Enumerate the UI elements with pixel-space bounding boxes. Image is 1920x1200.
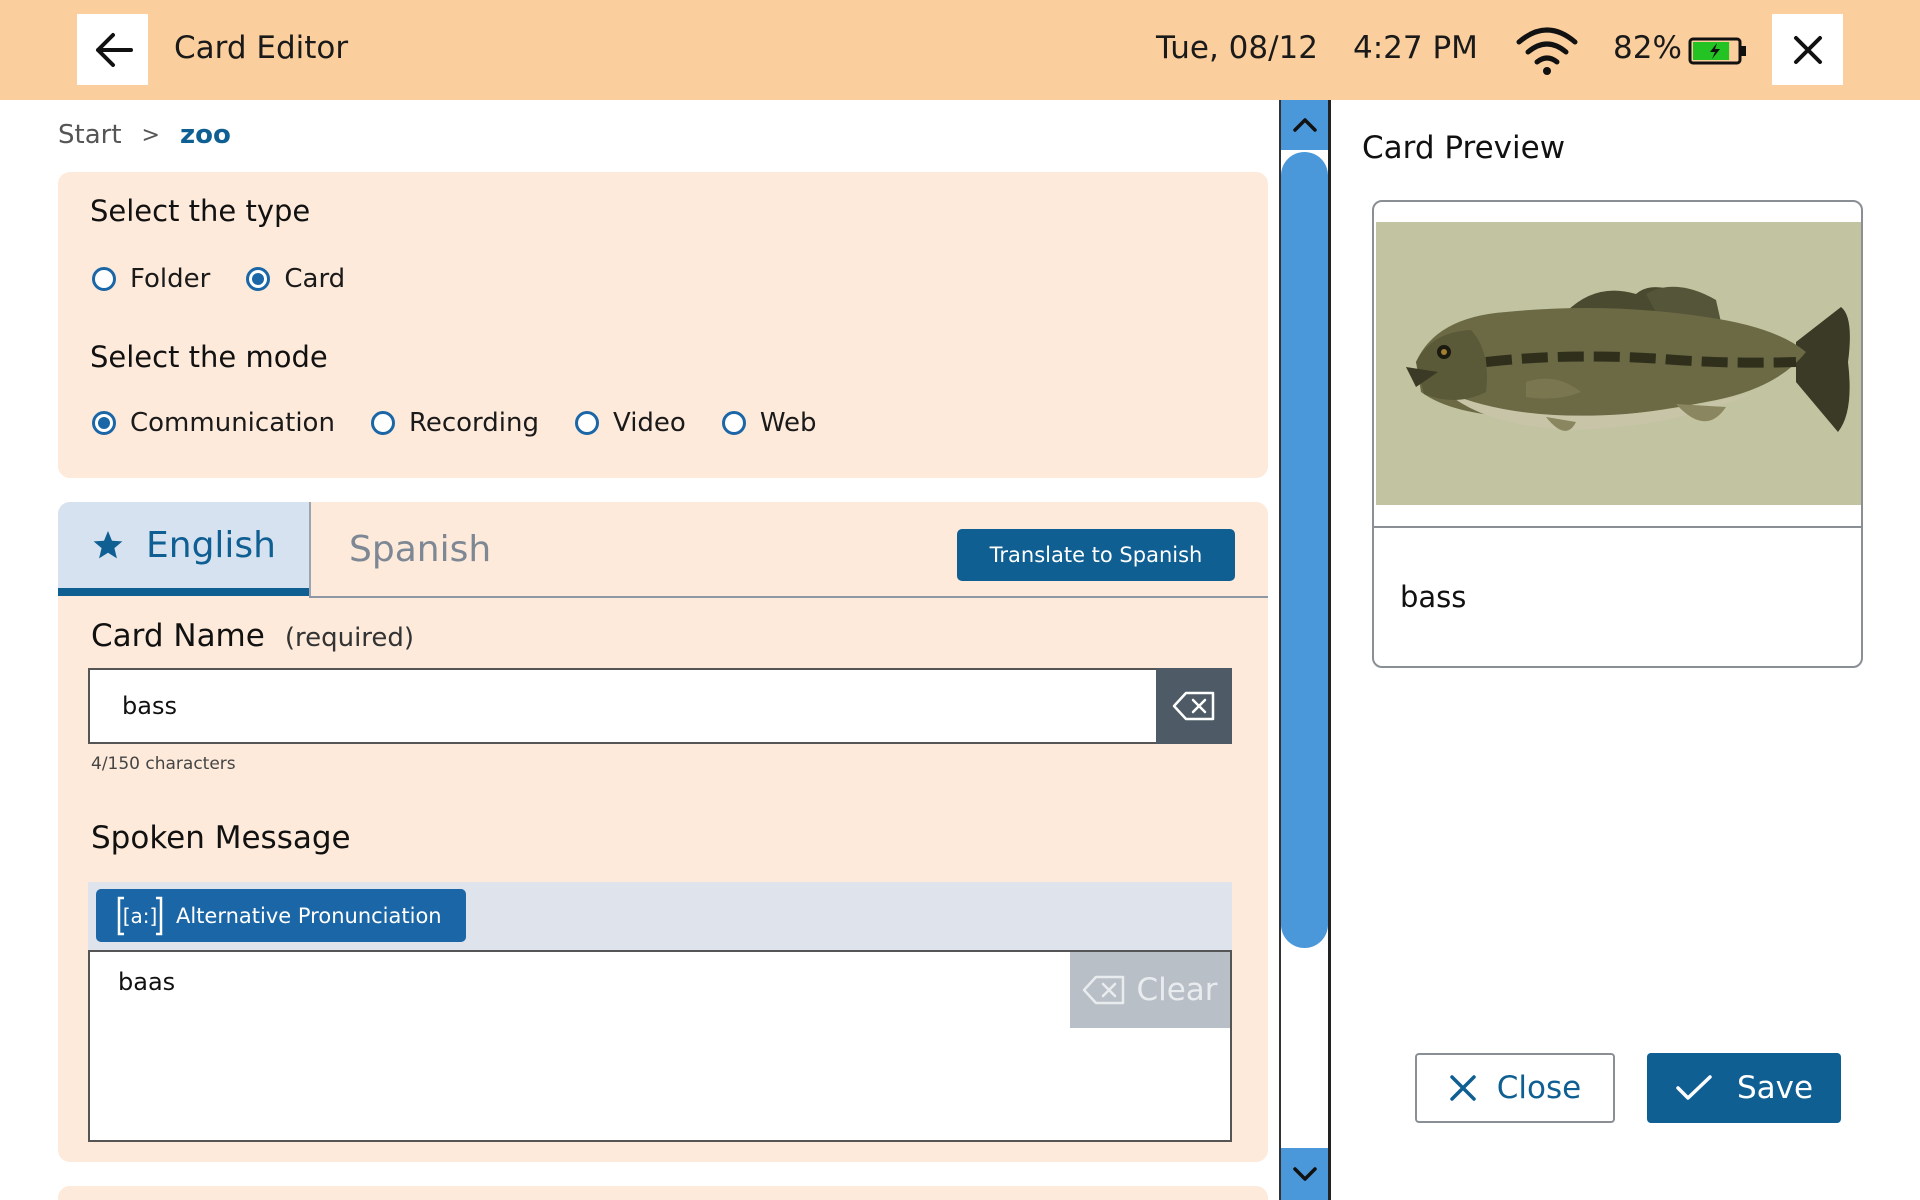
tab-spanish[interactable]: Spanish bbox=[309, 502, 509, 596]
breadcrumb-current: zoo bbox=[179, 120, 231, 150]
close-icon bbox=[1450, 1075, 1476, 1101]
radio-button[interactable] bbox=[92, 267, 116, 291]
mode-option-label: Communication bbox=[130, 408, 335, 438]
battery-percent: 82% bbox=[1613, 30, 1682, 66]
clear-label: Clear bbox=[1136, 972, 1218, 1008]
radio-button[interactable] bbox=[574, 411, 599, 435]
mode-option-label: Video bbox=[612, 408, 686, 438]
mode-option-video[interactable]: Video bbox=[574, 408, 686, 438]
mode-option-label: Recording bbox=[408, 408, 539, 438]
tab-english-label: English bbox=[146, 524, 276, 566]
star-icon bbox=[93, 531, 123, 559]
close-editor-button[interactable] bbox=[1772, 14, 1843, 85]
breadcrumb-separator: > bbox=[141, 122, 160, 148]
close-button[interactable]: Close bbox=[1415, 1053, 1615, 1123]
chevron-down-icon bbox=[1292, 1167, 1317, 1181]
radio-button[interactable] bbox=[246, 267, 271, 291]
arrow-left-icon bbox=[95, 32, 133, 67]
save-button[interactable]: Save bbox=[1647, 1053, 1841, 1123]
preview-label: bass bbox=[1400, 580, 1467, 614]
type-mode-panel: Select the type Folder Card Select the m… bbox=[58, 172, 1268, 478]
type-option-folder[interactable]: Folder bbox=[92, 264, 210, 294]
wifi-icon bbox=[1516, 27, 1578, 75]
mode-option-label: Web bbox=[759, 408, 817, 438]
back-button[interactable] bbox=[77, 14, 148, 85]
translate-button[interactable]: Translate to Spanish bbox=[957, 529, 1235, 581]
fish-image bbox=[1376, 222, 1861, 505]
tab-divider bbox=[309, 596, 1268, 598]
alt-pronunciation-button[interactable]: [a:] Alternative Pronunciation bbox=[96, 889, 466, 942]
battery-charging-icon bbox=[1688, 37, 1746, 65]
backspace-icon bbox=[1172, 691, 1215, 721]
mode-heading: Select the mode bbox=[90, 340, 328, 374]
alt-pronunciation-label: Alternative Pronunciation bbox=[176, 903, 442, 928]
char-count: 4/150 characters bbox=[91, 754, 236, 774]
radio-button[interactable] bbox=[92, 411, 116, 435]
backspace-icon bbox=[1083, 975, 1125, 1005]
date-display: Tue, 08/12 bbox=[1156, 30, 1318, 66]
top-bar: Card Editor Tue, 08/12 4:27 PM 82% bbox=[0, 0, 1920, 100]
spoken-message-value[interactable]: baas bbox=[118, 968, 175, 996]
mode-option-communication[interactable]: Communication bbox=[92, 408, 335, 438]
preview-card: bass bbox=[1372, 200, 1863, 668]
radio-button[interactable] bbox=[370, 411, 395, 435]
card-name-title: Card Name bbox=[91, 618, 265, 654]
tab-english[interactable]: English bbox=[58, 502, 309, 596]
time-display: 4:27 PM bbox=[1353, 30, 1478, 66]
mode-option-web[interactable]: Web bbox=[721, 408, 817, 438]
tab-spanish-label: Spanish bbox=[349, 528, 492, 570]
pronunciation-icon-text: [a:] bbox=[123, 904, 158, 928]
spoken-message-input[interactable]: baas Clear bbox=[88, 950, 1232, 1142]
card-details-panel: English Spanish Translate to Spanish Car… bbox=[58, 502, 1268, 1162]
app-title: Card Editor bbox=[174, 30, 349, 66]
radio-button[interactable] bbox=[721, 411, 746, 435]
pronunciation-icon: [a:] bbox=[117, 896, 163, 935]
clear-name-button[interactable] bbox=[1156, 668, 1232, 744]
scroll-down-button[interactable] bbox=[1281, 1148, 1328, 1200]
close-label: Close bbox=[1496, 1070, 1582, 1106]
check-icon bbox=[1676, 1075, 1712, 1100]
preview-divider bbox=[1374, 526, 1861, 528]
type-radio-group: Folder Card bbox=[92, 264, 381, 294]
preview-image bbox=[1376, 222, 1861, 505]
card-name-heading: Card Name (required) bbox=[91, 618, 414, 654]
breadcrumb: Start > zoo bbox=[58, 120, 231, 150]
type-option-card[interactable]: Card bbox=[246, 264, 345, 294]
type-option-label: Card bbox=[284, 264, 346, 294]
mode-option-recording[interactable]: Recording bbox=[370, 408, 539, 438]
required-label: (required) bbox=[284, 623, 415, 653]
breadcrumb-start[interactable]: Start bbox=[58, 120, 122, 150]
close-icon bbox=[1793, 35, 1822, 64]
card-name-value[interactable]: bass bbox=[122, 692, 1156, 720]
scroll-up-button[interactable] bbox=[1281, 100, 1328, 150]
clear-spoken-button[interactable]: Clear bbox=[1070, 952, 1230, 1028]
type-option-label: Folder bbox=[130, 264, 211, 294]
card-name-input[interactable]: bass bbox=[88, 668, 1232, 744]
mode-radio-group: Communication Recording Video Web bbox=[92, 408, 853, 438]
next-panel bbox=[58, 1186, 1268, 1200]
spoken-toolbar: [a:] Alternative Pronunciation bbox=[88, 882, 1232, 950]
type-heading: Select the type bbox=[90, 194, 311, 228]
spoken-message-heading: Spoken Message bbox=[91, 820, 351, 856]
preview-heading: Card Preview bbox=[1362, 130, 1566, 166]
scrollbar-thumb[interactable] bbox=[1281, 152, 1328, 948]
chevron-up-icon bbox=[1292, 118, 1317, 132]
save-label: Save bbox=[1736, 1070, 1814, 1106]
